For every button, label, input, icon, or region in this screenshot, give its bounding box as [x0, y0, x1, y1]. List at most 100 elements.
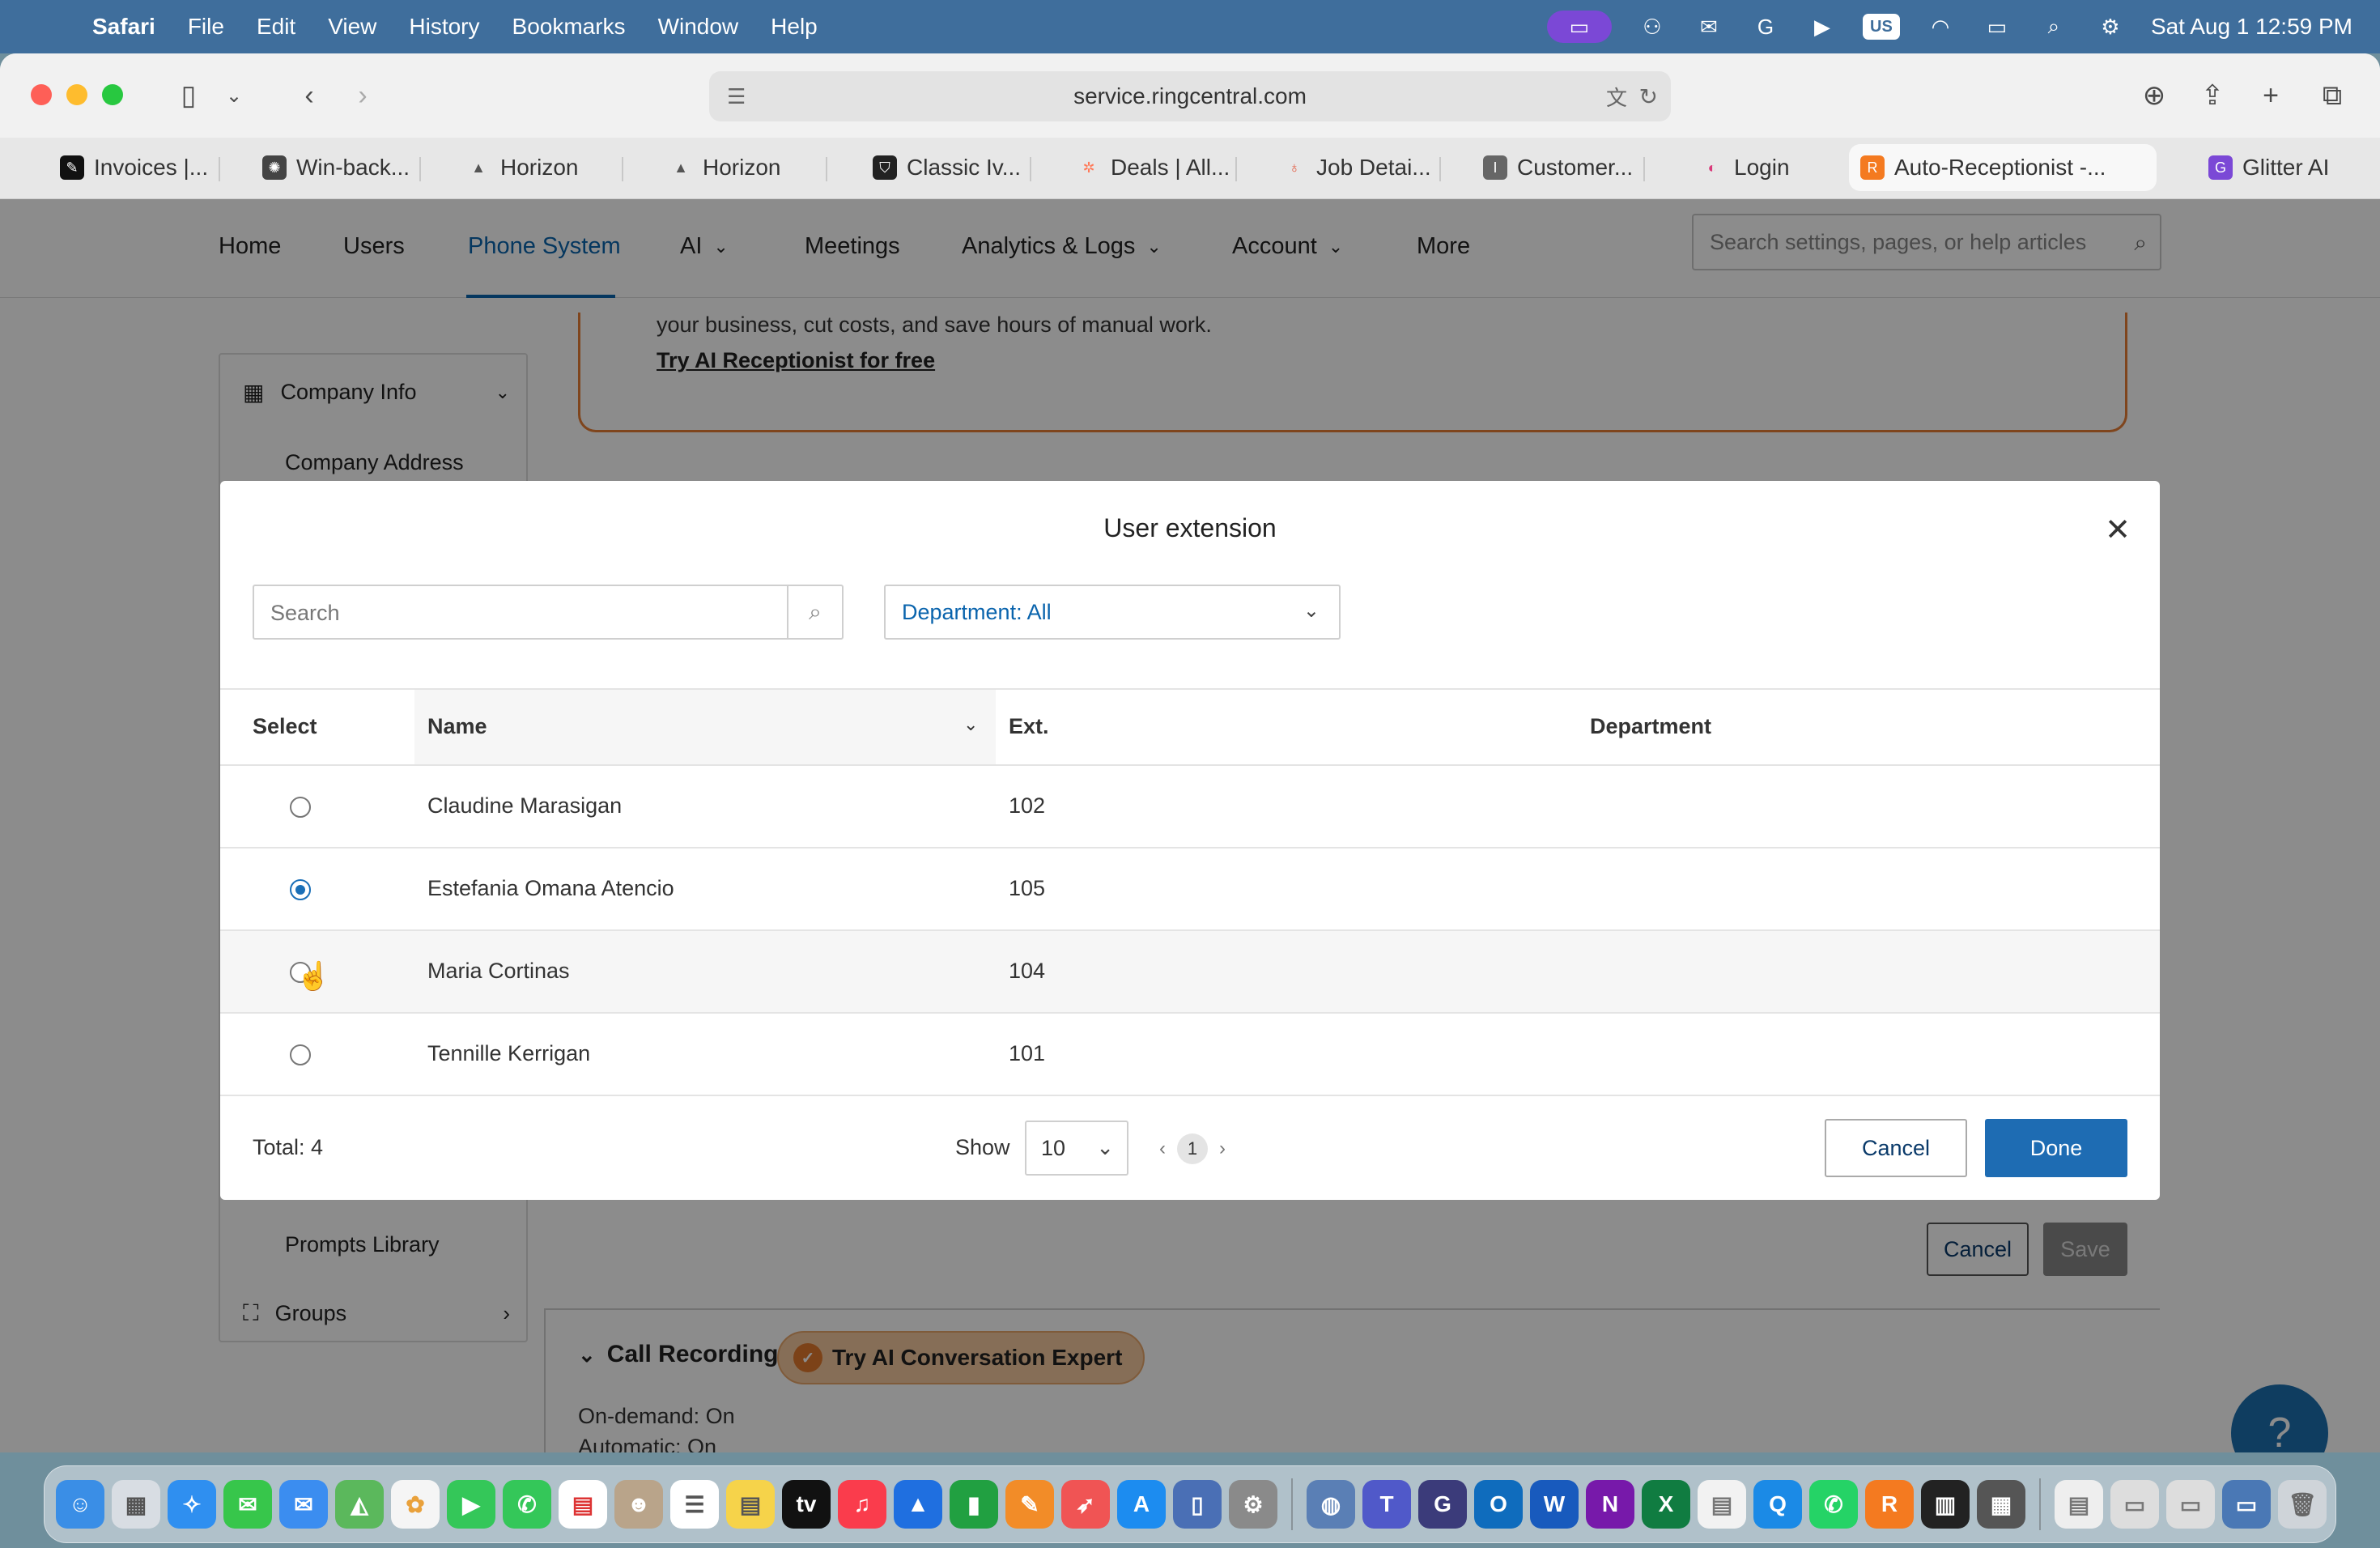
menu-view[interactable]: View	[328, 14, 376, 40]
outlook-status-icon[interactable]: ✉	[1693, 15, 1725, 39]
close-window-button[interactable]	[31, 84, 52, 105]
menu-history[interactable]: History	[409, 14, 479, 40]
grammarly-icon[interactable]: G	[1749, 15, 1782, 39]
downloads-icon[interactable]: ⊕	[2137, 78, 2171, 113]
address-bar[interactable]: ☰ service.ringcentral.com 文 ↻	[709, 71, 1671, 121]
tab-classic[interactable]: ⛉ Classic Iv...	[861, 144, 1032, 191]
spotlight-search-icon[interactable]: ⌕	[2038, 14, 2070, 39]
finder-drive-icon[interactable]: ◍	[1307, 1480, 1355, 1529]
close-icon[interactable]: ✕	[2105, 512, 2131, 548]
play-icon[interactable]: ▶	[1806, 15, 1838, 39]
rocket-icon[interactable]: ➶	[1061, 1480, 1110, 1529]
menu-app[interactable]: Safari	[92, 14, 155, 40]
sidebar-toggle-icon[interactable]: ▯	[170, 78, 207, 113]
tab-horizon-2[interactable]: ▲ Horizon	[657, 144, 792, 191]
app-store-icon[interactable]: A	[1117, 1480, 1166, 1529]
finder-icon[interactable]: ☺	[56, 1480, 104, 1529]
screen-share-icon[interactable]: ▭	[1546, 11, 1612, 43]
menu-help[interactable]: Help	[771, 14, 818, 40]
tab-job-details[interactable]: ♁ Job Detai...	[1271, 144, 1443, 191]
tab-overview-icon[interactable]: ⧉	[2315, 78, 2349, 113]
phone-icon[interactable]: ✆	[503, 1480, 551, 1529]
search-input[interactable]: Search ⌕	[253, 585, 844, 640]
translate-icon[interactable]: 文	[1606, 82, 1627, 112]
control-center-icon[interactable]: ⚙	[2094, 15, 2127, 39]
battery-icon[interactable]: ▭	[1981, 15, 2013, 39]
calendar-icon[interactable]: ▤	[559, 1480, 607, 1529]
tab-glitter-ai[interactable]: G Glitter AI	[2197, 144, 2340, 191]
tab-login[interactable]: ◐ Login	[1689, 144, 1801, 191]
safari-icon[interactable]: ✧	[168, 1480, 216, 1529]
zoom-window-button[interactable]	[102, 84, 123, 105]
notes-icon[interactable]: ▤	[726, 1480, 775, 1529]
done-button[interactable]: Done	[1985, 1119, 2127, 1177]
calculator-icon[interactable]: ▦	[1977, 1480, 2025, 1529]
select-radio[interactable]	[290, 879, 311, 900]
downloads-stack-icon[interactable]: ▭	[2110, 1480, 2159, 1529]
department-filter-select[interactable]: Department: All ⌄	[884, 585, 1341, 640]
onenote-icon[interactable]: N	[1586, 1480, 1634, 1529]
page-settings-icon[interactable]: ☰	[727, 84, 746, 109]
whatsapp-icon[interactable]: ✆	[1809, 1480, 1858, 1529]
launchpad-icon[interactable]: ▦	[112, 1480, 160, 1529]
table-row[interactable]: Tennille Kerrigan 101	[220, 1014, 2160, 1096]
input-source-indicator[interactable]: US	[1862, 14, 1900, 40]
back-arrow-icon[interactable]: ‹	[293, 78, 325, 113]
search-icon[interactable]: ⌕	[787, 586, 842, 638]
menubar-clock[interactable]: Sat Aug 1 12:59 PM	[2151, 14, 2352, 40]
facetime-icon[interactable]: ▶	[447, 1480, 495, 1529]
pages-icon[interactable]: ✎	[1005, 1480, 1054, 1529]
photos-icon[interactable]: ✿	[391, 1480, 440, 1529]
mail-icon[interactable]: ✉	[279, 1480, 328, 1529]
grammarly-icon[interactable]: G	[1418, 1480, 1467, 1529]
keynote-icon[interactable]: ▲	[894, 1480, 942, 1529]
page-size-select[interactable]: 10 ⌄	[1025, 1121, 1128, 1176]
menu-edit[interactable]: Edit	[257, 14, 295, 40]
teams-icon[interactable]: ⚇	[1636, 15, 1668, 39]
select-radio[interactable]	[290, 1044, 311, 1065]
share-icon[interactable]: ⇪	[2195, 78, 2229, 113]
menu-window[interactable]: Window	[658, 14, 739, 40]
table-row[interactable]: Estefania Omana Atencio 105	[220, 848, 2160, 931]
outlook-icon[interactable]: O	[1474, 1480, 1523, 1529]
word-icon[interactable]: W	[1530, 1480, 1579, 1529]
sort-chevron-icon[interactable]: ⌄	[963, 714, 978, 735]
tab-win-back[interactable]: ✺ Win-back...	[251, 144, 421, 191]
forward-arrow-icon[interactable]: ›	[346, 78, 379, 113]
tab-deals[interactable]: ✲ Deals | All...	[1065, 144, 1241, 191]
table-row[interactable]: Claudine Marasigan 102	[220, 766, 2160, 848]
preview-icon[interactable]: ▯	[1173, 1480, 1222, 1529]
column-ext[interactable]: Ext.	[1009, 714, 1049, 739]
menu-file[interactable]: File	[188, 14, 224, 40]
trash-icon[interactable]: 🗑	[2278, 1480, 2327, 1529]
reload-icon[interactable]: ↻	[1639, 83, 1658, 110]
contacts-icon[interactable]: ☻	[614, 1480, 663, 1529]
apple-tv-icon[interactable]: tv	[782, 1480, 831, 1529]
table-row[interactable]: ☝ Maria Cortinas 104	[220, 931, 2160, 1014]
messages-icon[interactable]: ✉	[223, 1480, 272, 1529]
tab-invoices[interactable]: ✎ Invoices |...	[49, 144, 219, 191]
maps-icon[interactable]: ◭	[335, 1480, 384, 1529]
current-page[interactable]: 1	[1177, 1133, 1208, 1164]
new-tab-icon[interactable]: +	[2254, 78, 2288, 113]
system-settings-icon[interactable]: ⚙	[1229, 1480, 1277, 1529]
document-stack-icon[interactable]: ▤	[2055, 1480, 2103, 1529]
music-icon[interactable]: ♫	[838, 1480, 886, 1529]
files-stack-icon[interactable]: ▭	[2166, 1480, 2215, 1529]
minimize-window-button[interactable]	[66, 84, 87, 105]
teams-icon[interactable]: T	[1362, 1480, 1411, 1529]
menu-bookmarks[interactable]: Bookmarks	[512, 14, 626, 40]
cancel-button[interactable]: Cancel	[1825, 1119, 1967, 1177]
tab-auto-receptionist[interactable]: R Auto-Receptionist -...	[1849, 144, 2157, 191]
numbers-icon[interactable]: ▮	[950, 1480, 998, 1529]
ringcentral-icon[interactable]: R	[1865, 1480, 1914, 1529]
tab-horizon-1[interactable]: ▲ Horizon	[455, 144, 589, 191]
activity-icon[interactable]: ▥	[1921, 1480, 1970, 1529]
next-page-icon[interactable]: ›	[1219, 1138, 1226, 1160]
chevron-down-icon[interactable]: ⌄	[220, 78, 248, 113]
select-radio[interactable]	[290, 797, 311, 818]
screens-stack-icon[interactable]: ▭	[2222, 1480, 2271, 1529]
column-department[interactable]: Department	[1590, 714, 1711, 739]
reminders-icon[interactable]: ☰	[670, 1480, 719, 1529]
column-name[interactable]: Name	[427, 714, 487, 739]
